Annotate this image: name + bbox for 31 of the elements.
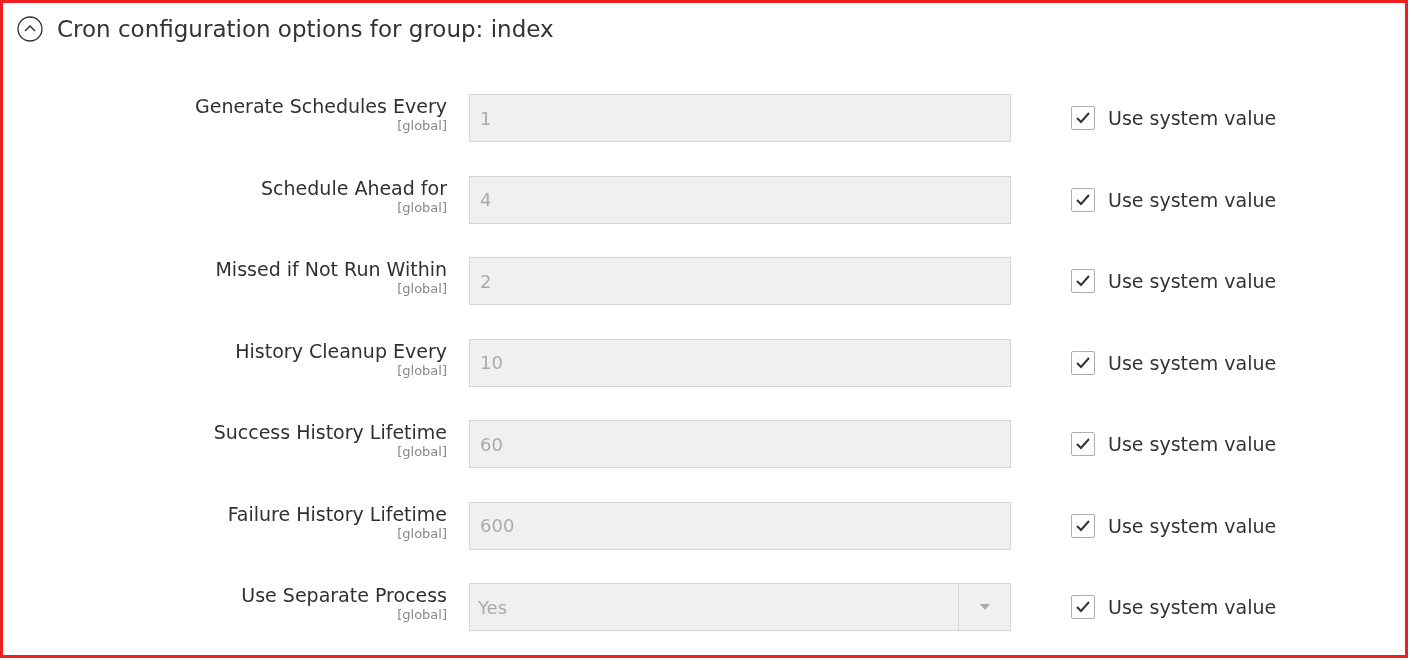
checkbox-label: Use system value	[1108, 433, 1277, 455]
checkmark-icon	[1075, 437, 1091, 451]
field-label: History Cleanup Every	[235, 339, 447, 362]
scope-label: [global]	[397, 444, 447, 459]
dropdown-arrow-icon	[978, 603, 991, 611]
checkbox-label: Use system value	[1108, 514, 1277, 537]
scope-label: [global]	[397, 281, 447, 296]
scope-label: [global]	[397, 118, 447, 133]
scope-label: [global]	[397, 607, 447, 622]
scope-label: [global]	[397, 199, 447, 215]
field-label: Success History Lifetime	[213, 421, 447, 443]
field-label: Missed if Not Run Within	[215, 258, 447, 280]
field-label: Generate Schedules Every	[194, 95, 447, 117]
field-label: Failure History Lifetime	[227, 502, 447, 525]
checkmark-icon	[1075, 192, 1091, 207]
checkbox-label: Use system value	[1108, 107, 1277, 129]
checkbox-label: Use system value	[1108, 351, 1277, 374]
collapse-toggle-icon[interactable]	[17, 16, 43, 42]
checkmark-icon	[1075, 600, 1091, 614]
section-title: Cron configuration options for group: index	[57, 16, 554, 42]
scope-label: [global]	[397, 525, 447, 541]
scope-label: [global]	[397, 362, 447, 378]
checkbox-label: Use system value	[1108, 188, 1277, 211]
checkmark-icon	[1075, 518, 1091, 533]
checkbox-label: Use system value	[1108, 270, 1277, 292]
field-label: Schedule Ahead for	[261, 176, 447, 199]
field-label: Use Separate Process	[241, 584, 447, 606]
checkmark-icon	[1075, 355, 1091, 370]
checkmark-icon	[1075, 274, 1091, 288]
checkbox-label: Use system value	[1108, 596, 1277, 618]
checkmark-icon	[1075, 111, 1091, 125]
